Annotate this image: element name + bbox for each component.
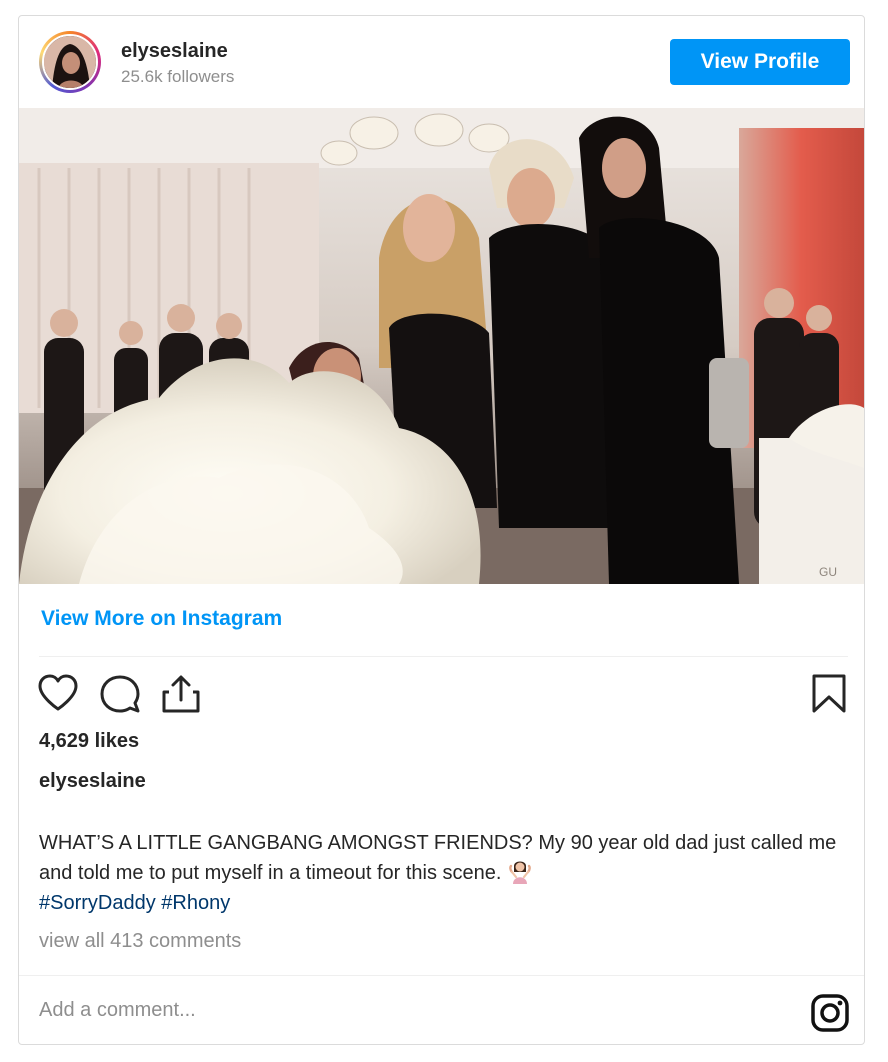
follower-count: 25.6k followers <box>121 67 235 86</box>
view-all-comments-link[interactable]: view all 413 comments <box>39 930 241 953</box>
instagram-logo-icon[interactable] <box>810 993 850 1033</box>
heart-icon[interactable] <box>37 673 79 713</box>
divider <box>39 656 848 657</box>
comment-bubble-icon[interactable] <box>99 673 141 715</box>
add-comment-input[interactable]: Add a comment... <box>39 999 196 1022</box>
post-image[interactable]: GU <box>19 108 864 584</box>
post-caption: WHAT’S A LITTLE GANGBANG AMONGST FRIENDS… <box>39 828 849 918</box>
like-count[interactable]: 4,629 likes <box>39 730 139 753</box>
view-more-on-instagram-link[interactable]: View More on Instagram <box>41 607 282 631</box>
avatar-image <box>44 36 96 88</box>
bookmark-icon[interactable] <box>811 673 847 713</box>
view-profile-button[interactable]: View Profile <box>670 39 850 85</box>
avatar[interactable] <box>42 34 98 90</box>
divider <box>19 975 864 976</box>
photo-watermark: GU <box>819 565 837 579</box>
caption-author[interactable]: elyseslaine <box>39 770 146 793</box>
woman-shrugging-emoji <box>509 861 531 884</box>
avatar-ring[interactable] <box>39 31 101 93</box>
party-photo: GU <box>19 108 864 584</box>
instagram-embed-card: elyseslaine 25.6k followers View Profile <box>18 15 865 1045</box>
username[interactable]: elyseslaine <box>121 40 228 63</box>
share-upload-icon[interactable] <box>160 673 202 715</box>
caption-text: WHAT’S A LITTLE GANGBANG AMONGST FRIENDS… <box>39 832 837 884</box>
post-header: elyseslaine 25.6k followers View Profile <box>19 16 864 108</box>
hashtag-sorrydaddy[interactable]: #SorryDaddy <box>39 892 156 914</box>
hashtag-rhony[interactable]: #Rhony <box>161 892 230 914</box>
